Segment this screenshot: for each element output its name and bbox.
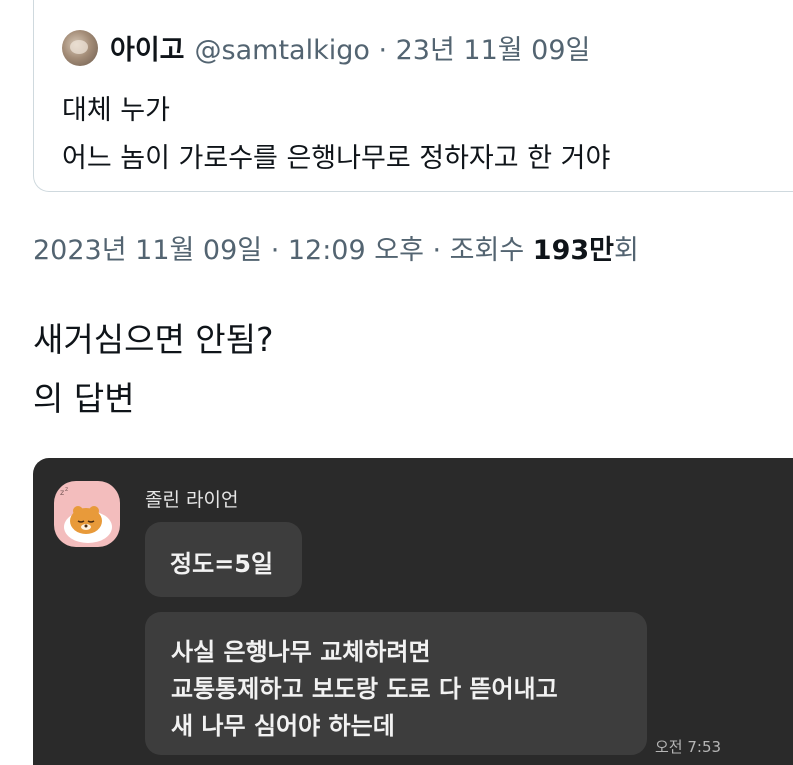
chat-message-text: 새 나무 심어야 하는데 [171, 712, 395, 740]
tweet-timestamp[interactable]: 2023년 11월 09일 · 12:09 오후 · 조회수 [33, 235, 533, 266]
quoted-tweet-handle-date: @samtalkigo · 23년 11월 09일 [194, 35, 591, 66]
chat-message-text: 교통통제하고 보도랑 도로 다 뜯어내고 [171, 675, 558, 703]
quoted-tweet-display-name[interactable]: 아이고 [110, 28, 185, 67]
tweet-meta: 2023년 11월 09일 · 12:09 오후 · 조회수 193만회 [33, 228, 639, 267]
chat-message-bubble[interactable]: 사실 은행나무 교체하려면 교통통제하고 보도랑 도로 다 뜯어내고 새 나무 … [145, 612, 647, 755]
sender-name: 졸린 라이언 [145, 489, 239, 511]
quoted-tweet-text-line: 대체 누가 [62, 95, 170, 126]
chat-message-text: 사실 은행나무 교체하려면 [171, 638, 431, 666]
post-body-line: 새거심으면 안됨? [33, 320, 274, 359]
user-avatar[interactable] [62, 29, 98, 66]
post-body-line: 의 답변 [33, 379, 135, 418]
sender-avatar[interactable]: z z [54, 481, 120, 547]
quoted-tweet-card[interactable]: 아이고 @samtalkigo · 23년 11월 09일 대체 누가 어느 놈… [33, 0, 793, 192]
message-time: 오전 7:53 [655, 738, 722, 756]
svg-text:z: z [65, 486, 68, 493]
chat-message-bubble[interactable]: 정도=5일 [145, 522, 302, 597]
svg-text:z: z [60, 488, 64, 497]
kakaotalk-chat-screenshot: z z 졸린 라이언 정도=5일 사실 은행나무 교체하려면 교통통제하고 보도… [33, 458, 793, 765]
sleeping-ryan-lion-icon: z z [60, 486, 112, 543]
chat-message-text: 정도=5일 [170, 550, 274, 578]
quoted-tweet-header: 아이고 @samtalkigo · 23년 11월 09일 [62, 28, 590, 67]
quoted-tweet-text-line: 어느 놈이 가로수를 은행나무로 정하자고 한 거야 [62, 143, 611, 174]
view-count-suffix: 회 [613, 235, 639, 266]
view-count: 193만 [532, 235, 614, 266]
